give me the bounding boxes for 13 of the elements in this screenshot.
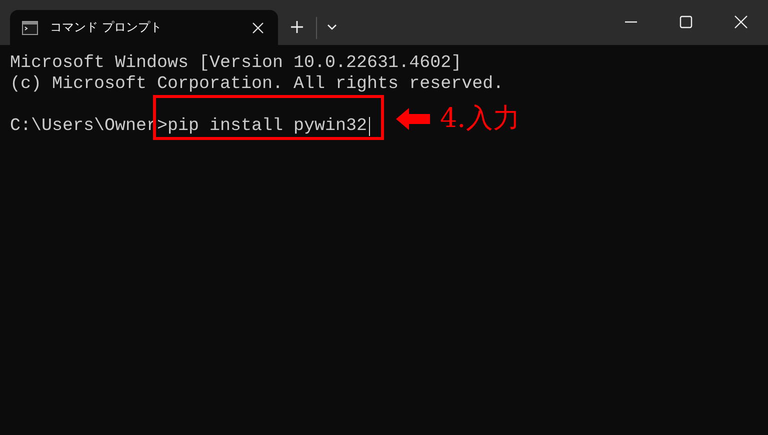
terminal-icon	[22, 20, 38, 34]
tab[interactable]: コマンド プロンプト	[10, 10, 278, 45]
maximize-icon[interactable]	[679, 15, 693, 29]
command-text: pip install pywin32	[168, 116, 368, 137]
text-cursor	[369, 117, 370, 136]
annotation-label: 4.入力	[440, 102, 520, 136]
new-tab-icon[interactable]	[290, 20, 304, 34]
console-text: (c) Microsoft Corporation. All rights reserved.	[10, 74, 504, 94]
close-icon[interactable]	[734, 15, 748, 29]
arrow-icon	[396, 108, 430, 130]
close-tab-icon[interactable]	[252, 22, 264, 34]
console-text: Microsoft Windows [Version 10.0.22631.4602]	[10, 53, 462, 73]
dropdown-chevron-icon[interactable]	[326, 23, 338, 31]
